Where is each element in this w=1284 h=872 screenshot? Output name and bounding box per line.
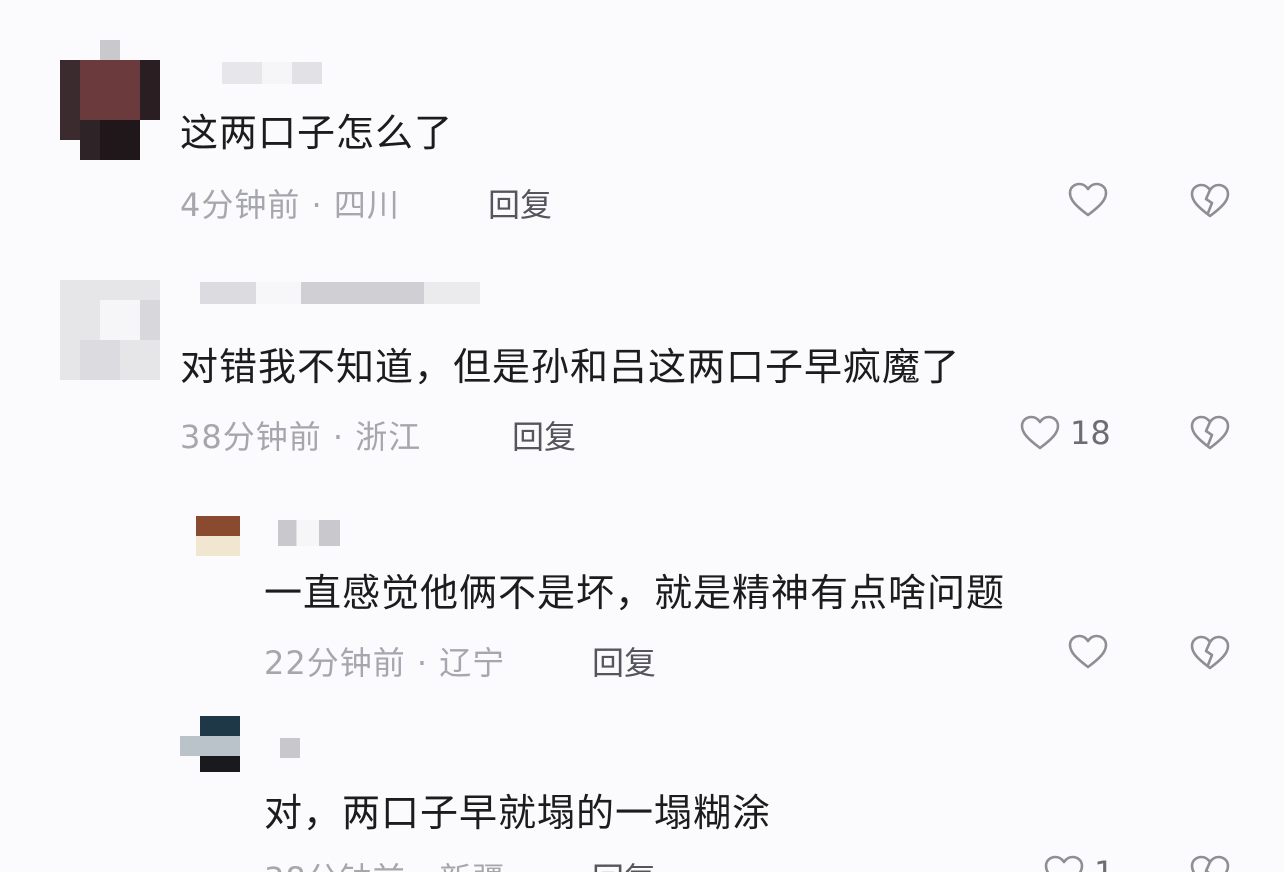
- reply-button[interactable]: 回复: [592, 854, 656, 872]
- dislike-button[interactable]: [1190, 182, 1230, 220]
- like-button[interactable]: 1: [1044, 854, 1114, 872]
- broken-heart-icon: [1190, 854, 1230, 872]
- reply-comment-item: 一直感觉他俩不是坏，就是精神有点啥问题 22分钟前 · 辽宁 回复: [0, 500, 1284, 700]
- like-count: 18: [1070, 414, 1111, 452]
- dislike-button[interactable]: [1190, 854, 1230, 872]
- reply-button[interactable]: 回复: [512, 412, 576, 458]
- username-blurred[interactable]: [200, 282, 480, 304]
- dislike-button[interactable]: [1190, 634, 1230, 672]
- avatar[interactable]: [60, 280, 160, 380]
- username-blurred[interactable]: [278, 520, 340, 546]
- heart-outline-icon: [1068, 634, 1108, 670]
- comment-text: 对错我不知道，但是孙和吕这两口子早疯魔了: [180, 345, 961, 389]
- dislike-button[interactable]: [1190, 414, 1230, 452]
- comment-text: 对，两口子早就塌的一塌糊涂: [264, 791, 772, 835]
- broken-heart-icon: [1190, 634, 1230, 672]
- comment-text: 这两口子怎么了: [180, 111, 454, 155]
- comment-text: 一直感觉他俩不是坏，就是精神有点啥问题: [264, 571, 1006, 615]
- reply-comment-item: 对，两口子早就塌的一塌糊涂 38分钟前 · 新疆 回复 1: [0, 712, 1284, 872]
- reply-button[interactable]: 回复: [592, 638, 656, 684]
- comment-time-location: 38分钟前 · 新疆: [264, 854, 505, 872]
- like-button[interactable]: 18: [1020, 414, 1111, 452]
- comment-item: 对错我不知道，但是孙和吕这两口子早疯魔了 38分钟前 · 浙江 回复 18: [0, 240, 1284, 470]
- like-button[interactable]: [1068, 634, 1108, 670]
- comment-item: 这两口子怎么了 4分钟前 · 四川 回复: [0, 0, 1284, 240]
- comment-time-location: 22分钟前 · 辽宁: [264, 644, 506, 682]
- broken-heart-icon: [1190, 182, 1230, 220]
- comment-time-location: 4分钟前 · 四川: [180, 186, 400, 224]
- like-button[interactable]: [1068, 182, 1108, 218]
- username-blurred[interactable]: [222, 62, 322, 84]
- reply-button[interactable]: 回复: [488, 180, 552, 226]
- avatar[interactable]: [60, 40, 160, 160]
- username-blurred[interactable]: [280, 738, 300, 758]
- heart-outline-icon: [1044, 855, 1084, 872]
- broken-heart-icon: [1190, 414, 1230, 452]
- like-count: 1: [1094, 854, 1114, 872]
- avatar[interactable]: [180, 716, 240, 772]
- comment-time-location: 38分钟前 · 浙江: [180, 418, 422, 456]
- avatar[interactable]: [196, 516, 240, 556]
- heart-outline-icon: [1068, 182, 1108, 218]
- heart-outline-icon: [1020, 415, 1060, 451]
